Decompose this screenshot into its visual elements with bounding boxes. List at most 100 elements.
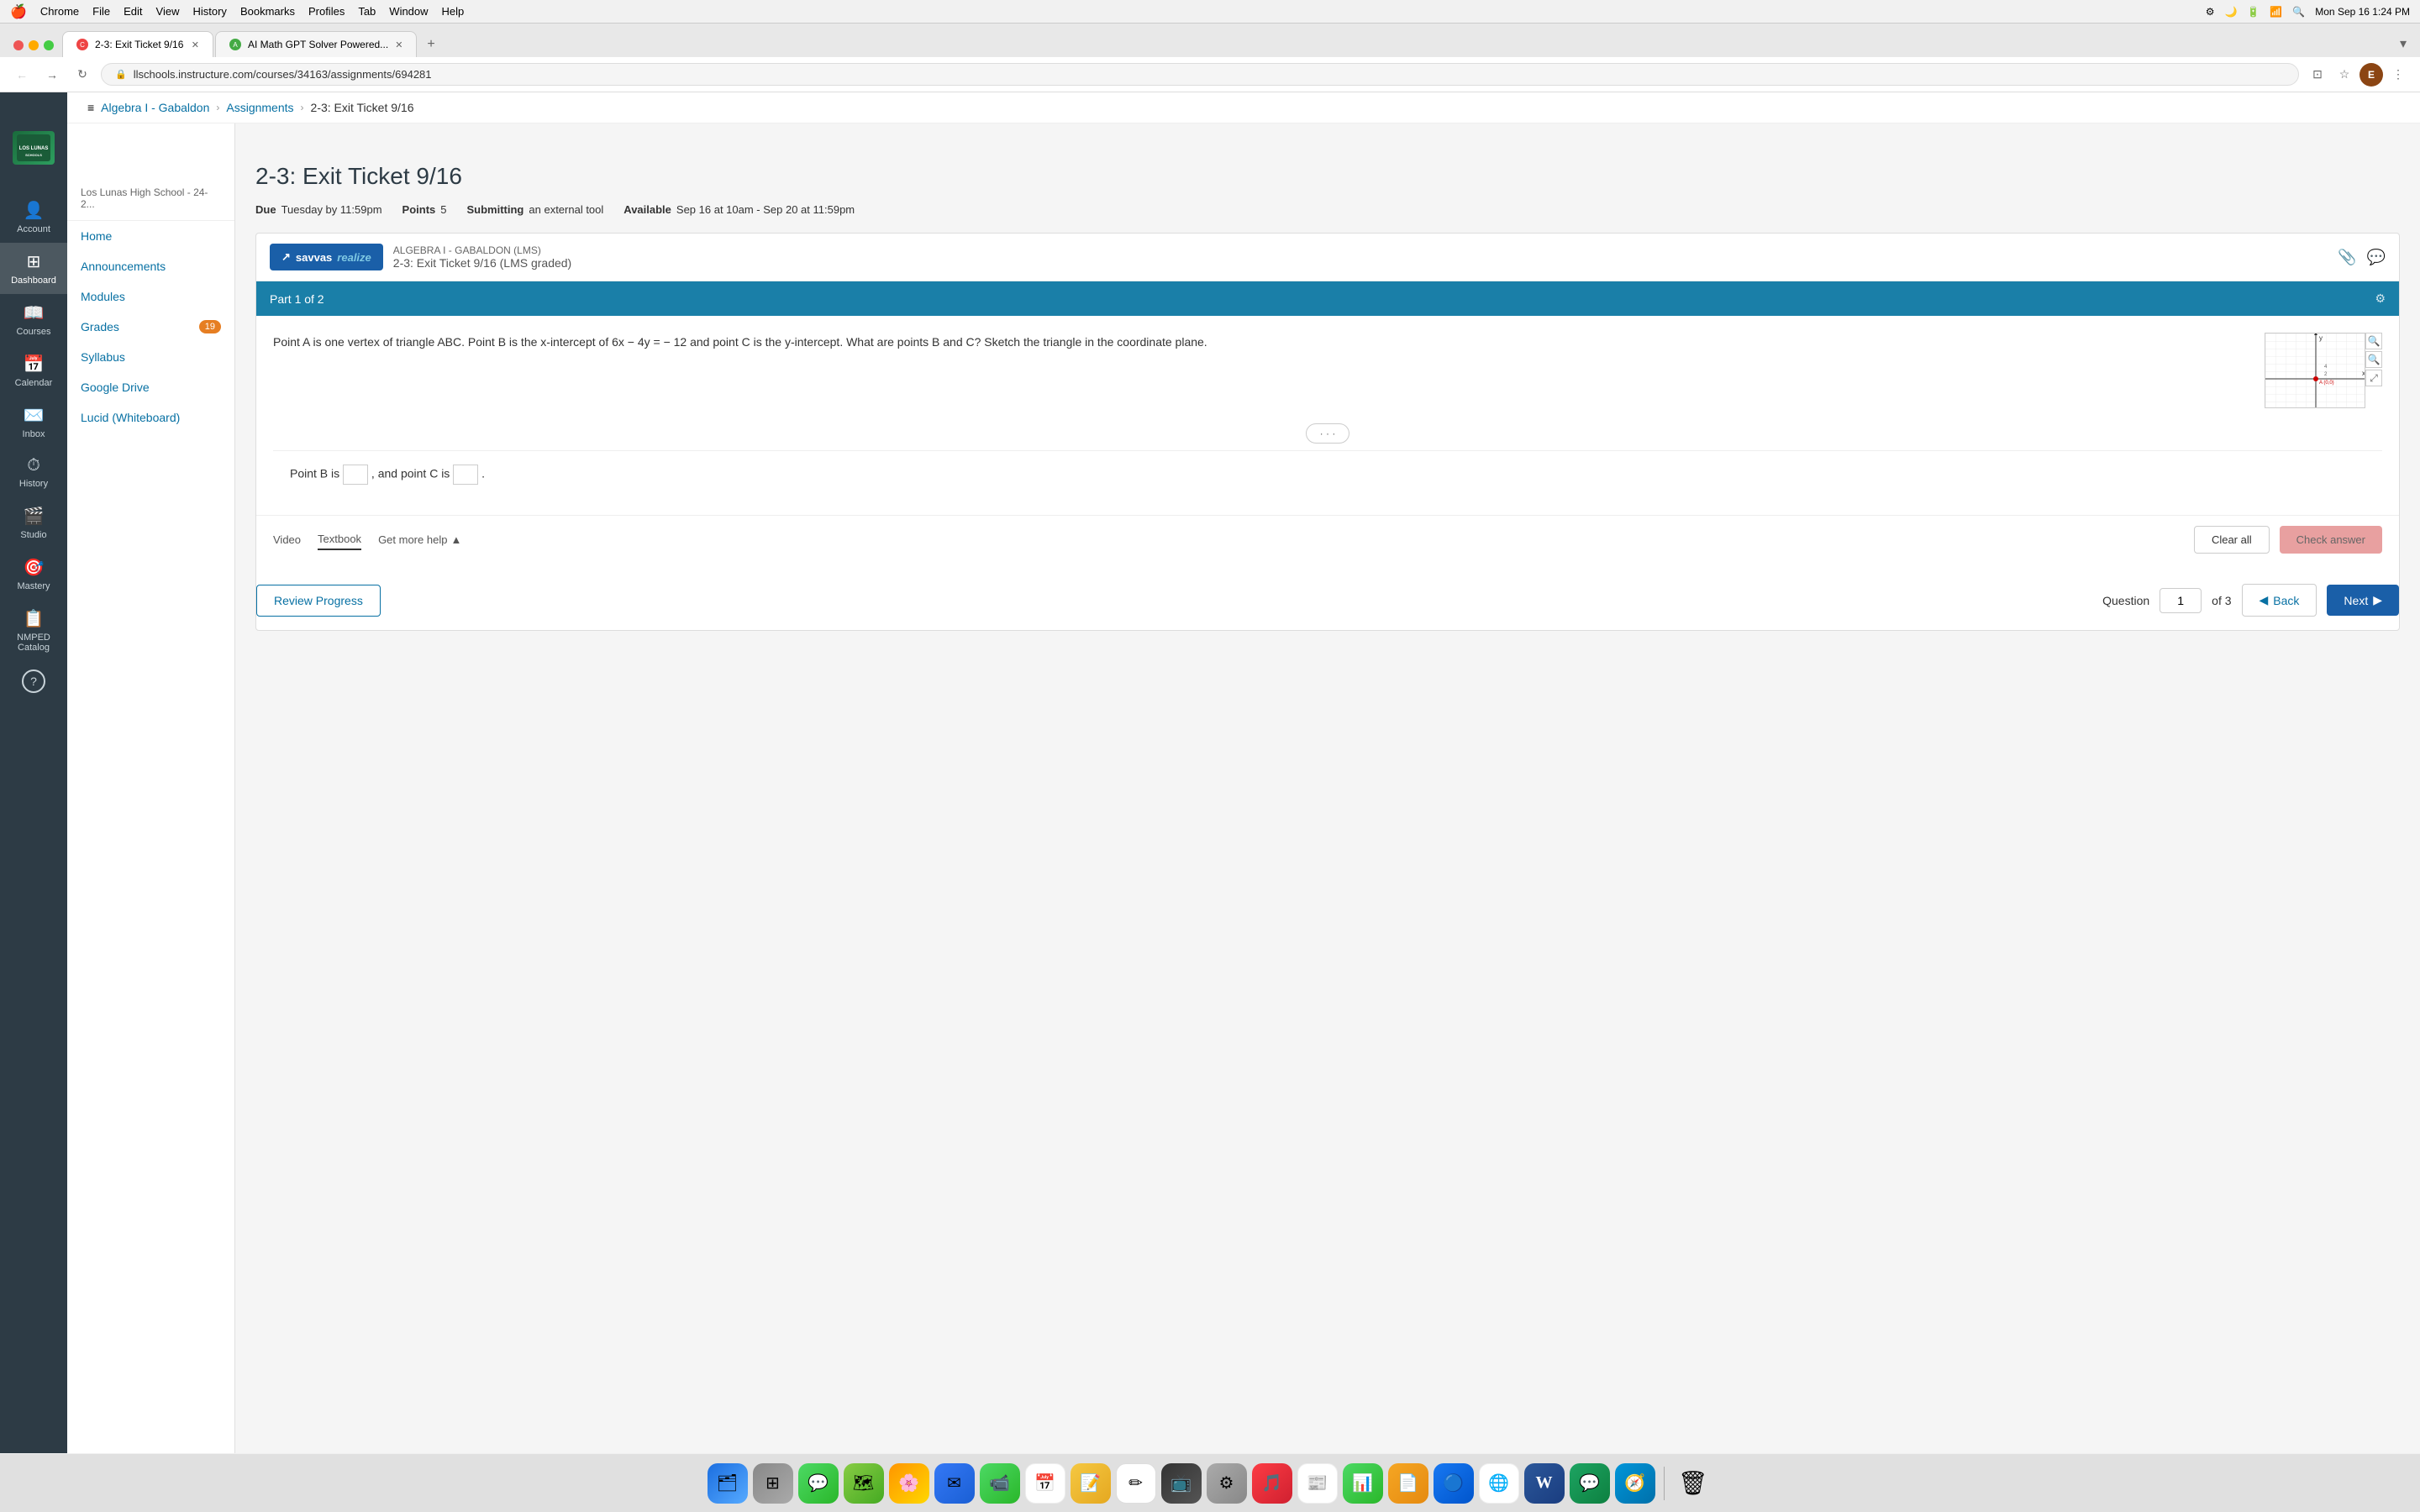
tab-close-2[interactable]: ✕: [395, 39, 402, 50]
dock-safari[interactable]: 🧭: [1615, 1463, 1655, 1504]
dock-system-prefs[interactable]: ⚙: [1207, 1463, 1247, 1504]
check-answer-button[interactable]: Check answer: [2280, 526, 2382, 554]
question-number-input[interactable]: [2160, 588, 2202, 613]
screen-cast-icon[interactable]: ⊡: [2306, 63, 2329, 87]
sidebar-toggle-button[interactable]: ≡: [87, 101, 94, 114]
dock-photos[interactable]: 🌸: [889, 1463, 929, 1504]
dock-maps[interactable]: 🗺: [844, 1463, 884, 1504]
answer-box-b[interactable]: [343, 465, 368, 485]
breadcrumb-course-link[interactable]: Algebra I - Gabaldon: [101, 101, 209, 114]
sidebar-item-inbox[interactable]: ✉️ Inbox: [0, 396, 67, 448]
dock-messages[interactable]: 💬: [798, 1463, 839, 1504]
dock-reminders[interactable]: 📅: [1025, 1463, 1065, 1504]
svg-text:LOS LUNAS: LOS LUNAS: [19, 146, 49, 151]
apple-menu[interactable]: 🍎: [10, 3, 27, 20]
answer-box-c[interactable]: [453, 465, 478, 485]
dock-word[interactable]: W: [1524, 1463, 1565, 1504]
dock-googlechat[interactable]: 💬: [1570, 1463, 1610, 1504]
part-settings-icon[interactable]: ⚙: [2375, 291, 2386, 306]
search-icon[interactable]: 🔍: [2292, 6, 2305, 18]
back-button[interactable]: ←: [10, 63, 34, 87]
attachment-icon[interactable]: 📎: [2338, 249, 2356, 266]
zoom-out-button[interactable]: 🔍: [2365, 351, 2382, 368]
browser-menu-icon[interactable]: ⋮: [2386, 63, 2410, 87]
address-bar[interactable]: 🔒 llschools.instructure.com/courses/3416…: [101, 63, 2299, 86]
tab-ai-math[interactable]: A AI Math GPT Solver Powered... ✕: [215, 31, 417, 57]
sidebar-item-nmped[interactable]: 📋 NMPED Catalog: [0, 600, 67, 661]
history-menu[interactable]: History: [192, 5, 226, 18]
tab-menu[interactable]: Tab: [358, 5, 376, 18]
maximize-window-btn[interactable]: [44, 40, 54, 50]
profile-avatar[interactable]: E: [2360, 63, 2383, 87]
dock-appletv[interactable]: 📺: [1161, 1463, 1202, 1504]
dock-chrome[interactable]: 🌐: [1479, 1463, 1519, 1504]
question-total: of 3: [2212, 594, 2231, 607]
bookmark-icon[interactable]: ☆: [2333, 63, 2356, 87]
sidebar-item-account[interactable]: 👤 Account: [0, 192, 67, 243]
profiles-menu[interactable]: Profiles: [308, 5, 345, 18]
zoom-in-button[interactable]: 🔍: [2365, 333, 2382, 349]
fullscreen-button[interactable]: ⤢: [2365, 370, 2382, 386]
sidebar-item-calendar[interactable]: 📅 Calendar: [0, 345, 67, 396]
available-meta: Available Sep 16 at 10am - Sep 20 at 11:…: [623, 203, 855, 216]
sidebar-item-dashboard[interactable]: ⊞ Dashboard: [0, 243, 67, 294]
video-link[interactable]: Video: [273, 530, 301, 549]
course-nav-home[interactable]: Home: [67, 221, 234, 251]
realize-text: realize: [337, 251, 371, 264]
dock-facetime[interactable]: 📹: [980, 1463, 1020, 1504]
clear-all-button[interactable]: Clear all: [2194, 526, 2270, 554]
sidebar-item-mastery[interactable]: 🎯 Mastery: [0, 549, 67, 600]
minimize-window-btn[interactable]: [29, 40, 39, 50]
chrome-menu[interactable]: Chrome: [40, 5, 79, 18]
file-menu[interactable]: File: [92, 5, 110, 18]
textbook-link[interactable]: Textbook: [318, 529, 361, 550]
course-nav-grades[interactable]: Grades 19: [67, 312, 234, 342]
dock-launchpad[interactable]: ⊞: [753, 1463, 793, 1504]
course-nav-syllabus[interactable]: Syllabus: [67, 342, 234, 372]
tab-strip-menu[interactable]: ▾: [2400, 37, 2407, 51]
window-menu[interactable]: Window: [389, 5, 428, 18]
back-nav-button[interactable]: ◀ Back: [2242, 584, 2317, 617]
maps-icon: 🗺: [853, 1473, 874, 1494]
forward-button[interactable]: →: [40, 63, 64, 87]
bookmarks-menu[interactable]: Bookmarks: [240, 5, 295, 18]
dock-music[interactable]: 🎵: [1252, 1463, 1292, 1504]
savvas-logo-button[interactable]: ↗ savvas realize: [270, 244, 383, 270]
sidebar-item-help[interactable]: ?: [0, 661, 67, 701]
dock-freeform[interactable]: ✏: [1116, 1463, 1156, 1504]
comment-icon[interactable]: 💬: [2367, 249, 2386, 266]
dock-mail[interactable]: ✉: [934, 1463, 975, 1504]
battery-icon: 🔋: [2247, 6, 2260, 18]
sidebar-item-studio[interactable]: 🎬 Studio: [0, 497, 67, 549]
dock-news[interactable]: 📰: [1297, 1463, 1338, 1504]
close-window-btn[interactable]: [13, 40, 24, 50]
dock-numbers[interactable]: 📊: [1343, 1463, 1383, 1504]
notification-icon[interactable]: 🌙: [2224, 6, 2237, 18]
course-nav-lucid[interactable]: Lucid (Whiteboard): [67, 402, 234, 433]
expand-content-button[interactable]: · · ·: [1306, 423, 1350, 444]
view-menu[interactable]: View: [156, 5, 180, 18]
help-menu[interactable]: Help: [442, 5, 465, 18]
tab-exit-ticket[interactable]: C 2-3: Exit Ticket 9/16 ✕: [62, 31, 213, 57]
edit-menu[interactable]: Edit: [124, 5, 142, 18]
tab-close-1[interactable]: ✕: [192, 39, 199, 50]
dock-pages[interactable]: 📄: [1388, 1463, 1428, 1504]
wifi-icon[interactable]: 📶: [2270, 6, 2282, 18]
sidebar-item-history[interactable]: ⏱ History: [0, 448, 67, 497]
next-nav-button[interactable]: Next ▶: [2327, 585, 2399, 616]
reload-button[interactable]: ↻: [71, 63, 94, 87]
breadcrumb-assignments-link[interactable]: Assignments: [226, 101, 293, 114]
review-progress-button[interactable]: Review Progress: [256, 585, 381, 617]
course-nav-google-drive[interactable]: Google Drive: [67, 372, 234, 402]
control-center-icon[interactable]: ⚙: [2206, 6, 2215, 18]
dock-stickies[interactable]: 📝: [1071, 1463, 1111, 1504]
course-nav-modules[interactable]: Modules: [67, 281, 234, 312]
dock-finder[interactable]: 🗂: [708, 1463, 748, 1504]
sidebar-item-courses[interactable]: 📖 Courses: [0, 294, 67, 345]
new-tab-button[interactable]: +: [418, 32, 443, 57]
course-nav-announcements[interactable]: Announcements: [67, 251, 234, 281]
dock-appstore[interactable]: 🔵: [1434, 1463, 1474, 1504]
coordinate-graph[interactable]: x y 2 4 A (0,0): [2265, 333, 2365, 408]
get-more-help-button[interactable]: Get more help ▲: [378, 533, 461, 546]
dock-trash[interactable]: 🗑: [1673, 1463, 1713, 1504]
